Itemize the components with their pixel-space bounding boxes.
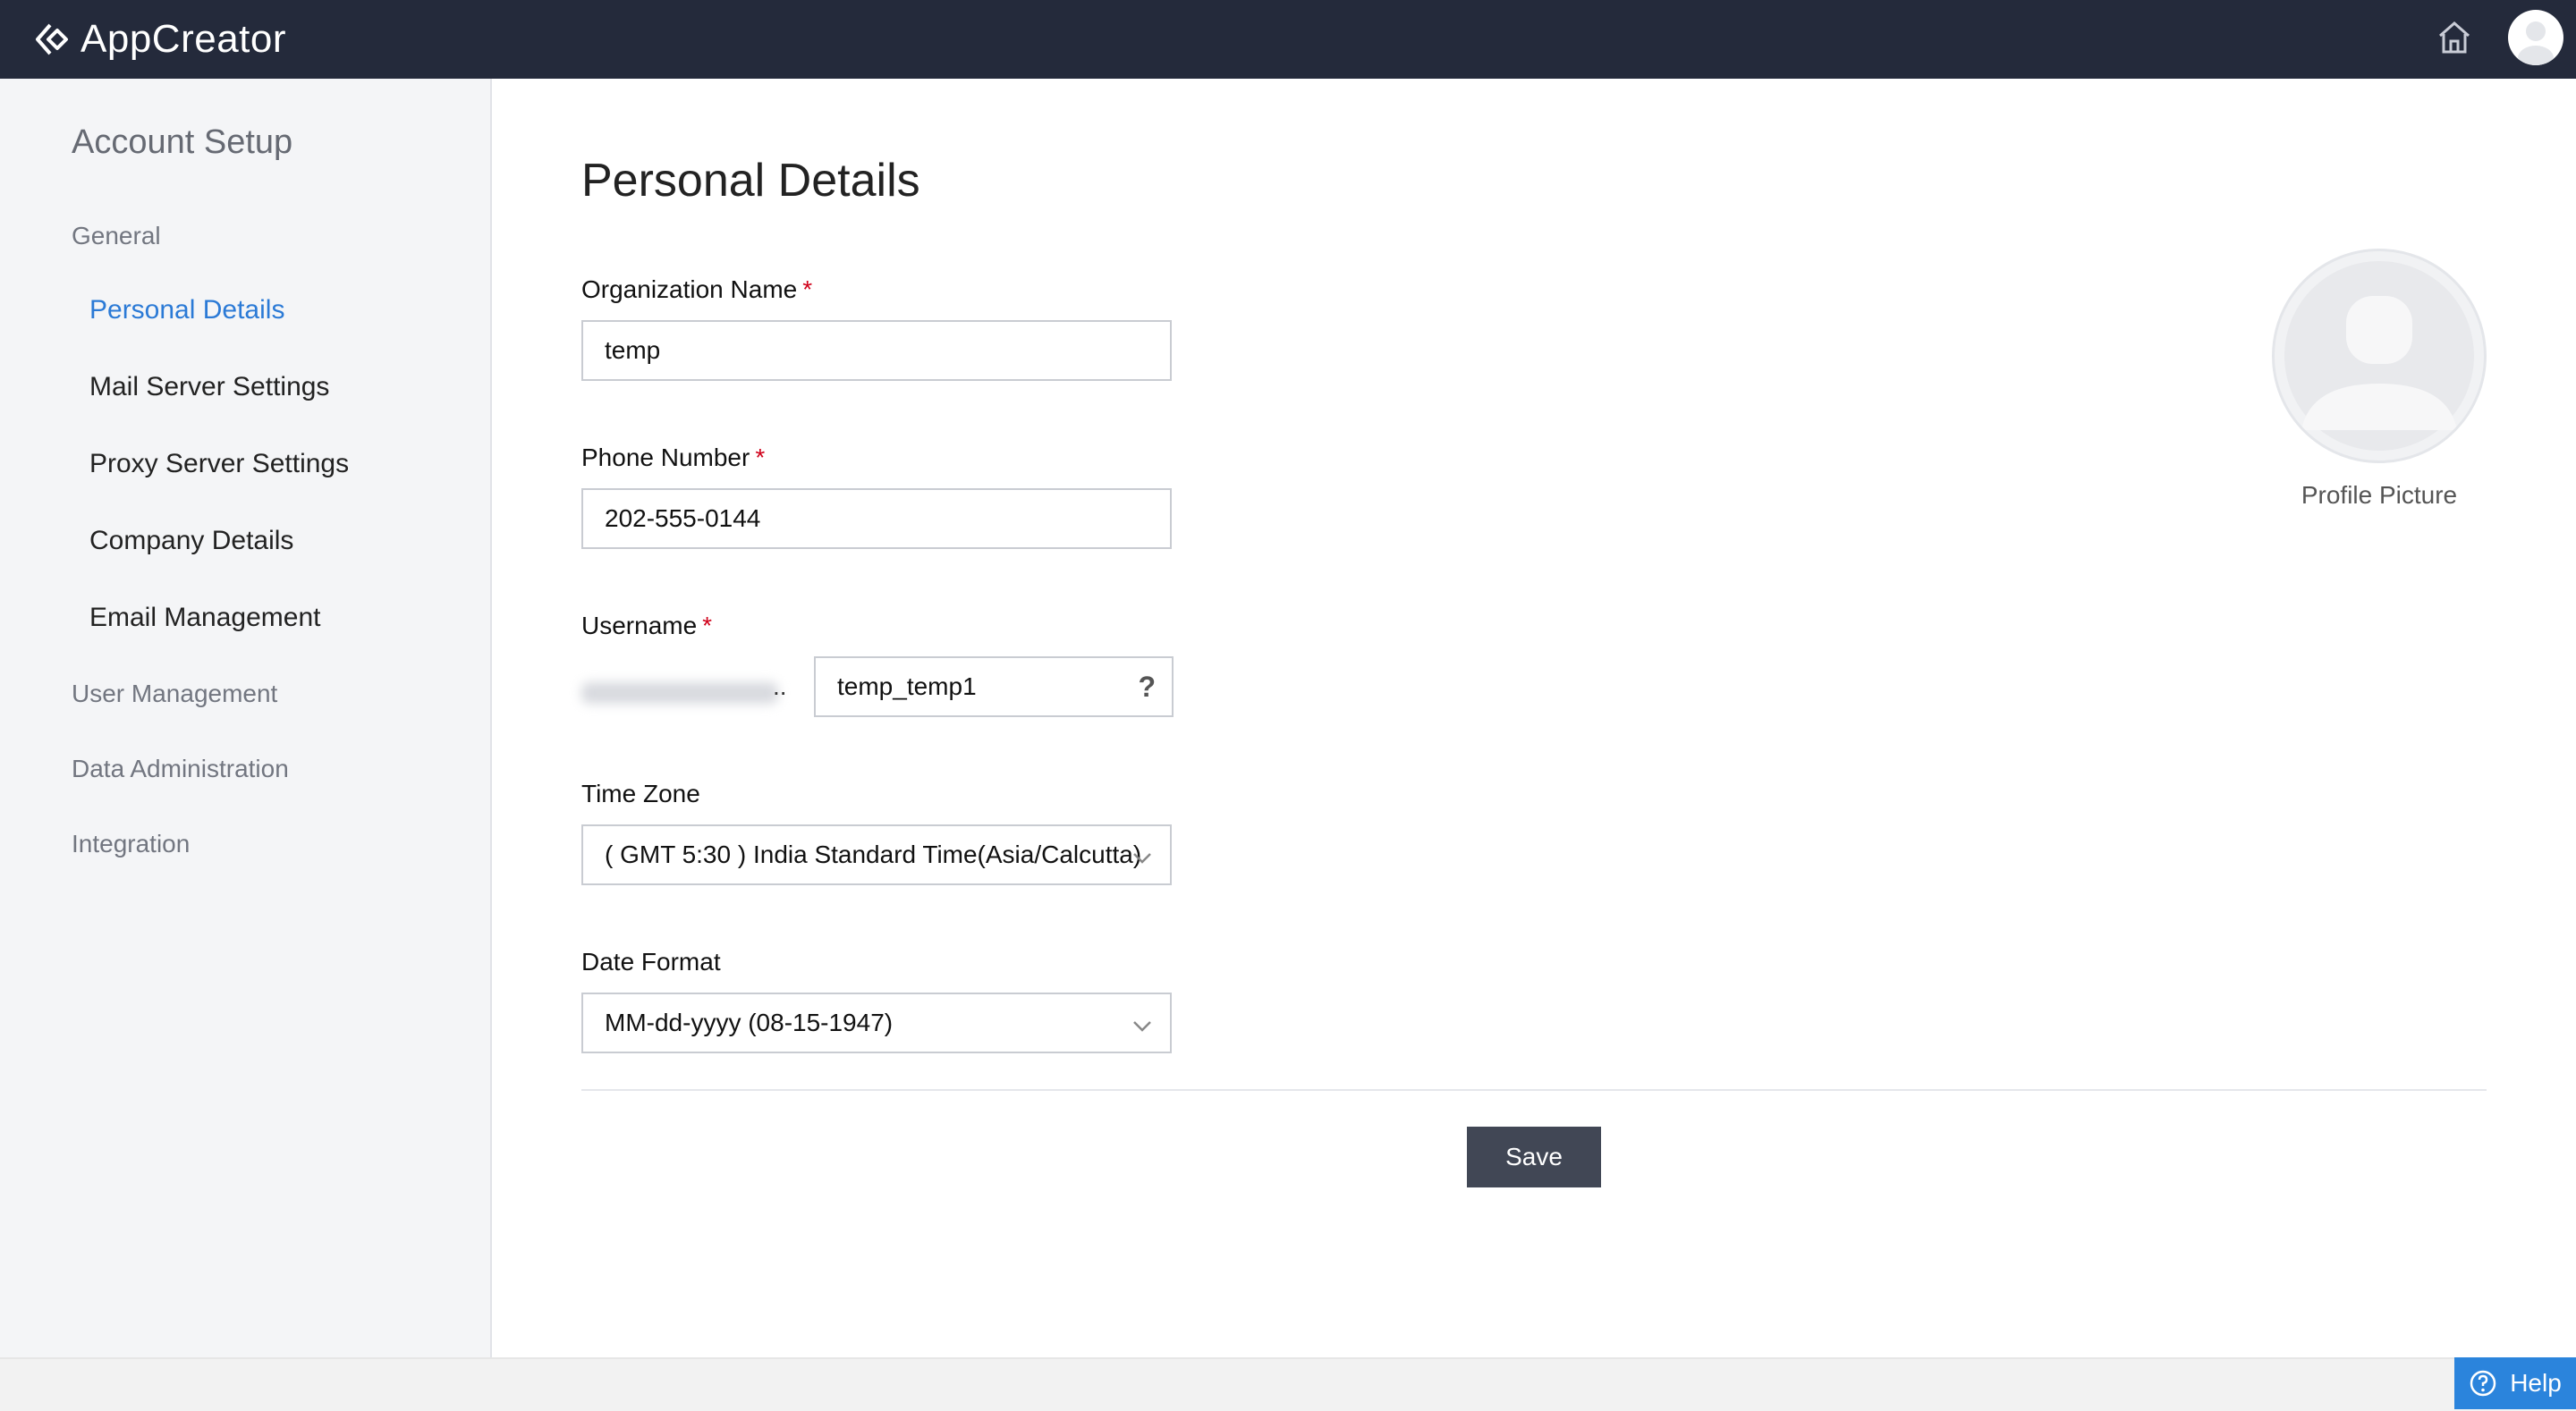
username-value: temp_temp1 bbox=[837, 672, 977, 700]
avatar-silhouette-icon bbox=[2518, 21, 2554, 65]
help-label: Help bbox=[2510, 1369, 2562, 1397]
sidebar-group-integration[interactable]: Integration bbox=[72, 830, 190, 858]
timezone-label: Time Zone bbox=[581, 780, 700, 807]
sidebar-group-user-management[interactable]: User Management bbox=[72, 680, 277, 708]
username-prefix-ellipsis: .. bbox=[773, 672, 787, 700]
phone-label-text: Phone Number bbox=[581, 444, 750, 471]
help-circle-icon bbox=[2470, 1370, 2496, 1397]
sidebar-item-mail-server-settings[interactable]: Mail Server Settings bbox=[89, 372, 329, 402]
sidebar-group-general[interactable]: General bbox=[72, 222, 161, 250]
app-title: AppCreator bbox=[80, 17, 287, 61]
sidebar-item-personal-details[interactable]: Personal Details bbox=[89, 295, 284, 325]
profile-picture-label: Profile Picture bbox=[2301, 481, 2458, 509]
blurred-text bbox=[581, 682, 778, 704]
sidebar-title: Account Setup bbox=[72, 123, 293, 161]
user-avatar-icon[interactable] bbox=[2508, 10, 2563, 65]
username-prefix-blurred bbox=[581, 672, 778, 714]
top-bar: AppCreator bbox=[0, 0, 2576, 79]
org-name-input[interactable] bbox=[581, 320, 1172, 381]
sidebar-item-proxy-server-settings[interactable]: Proxy Server Settings bbox=[89, 449, 349, 479]
sidebar-group-data-administration[interactable]: Data Administration bbox=[72, 755, 289, 783]
date-format-select[interactable]: MM-dd-yyyy (08-15-1947) bbox=[581, 993, 1172, 1053]
required-asterisk: * bbox=[755, 444, 766, 471]
sidebar-item-email-management[interactable]: Email Management bbox=[89, 603, 320, 633]
required-asterisk: * bbox=[802, 275, 813, 303]
footer-bar bbox=[0, 1357, 2576, 1411]
date-format-value: MM-dd-yyyy (08-15-1947) bbox=[605, 1009, 894, 1036]
username-help-icon[interactable]: ? bbox=[1138, 671, 1156, 704]
chevron-down-icon bbox=[1133, 1021, 1151, 1032]
username-label-text: Username bbox=[581, 612, 698, 639]
date-format-label: Date Format bbox=[581, 948, 721, 976]
username-input[interactable]: temp_temp1 ? bbox=[814, 656, 1174, 717]
avatar-placeholder-icon bbox=[2284, 261, 2474, 451]
phone-input[interactable] bbox=[581, 488, 1172, 549]
timezone-value: ( GMT 5:30 ) India Standard Time(Asia/Ca… bbox=[605, 841, 1142, 868]
sidebar: Account Setup General Personal Details M… bbox=[0, 79, 492, 1357]
required-asterisk: * bbox=[702, 612, 713, 639]
chevron-down-icon bbox=[1133, 853, 1151, 864]
help-button[interactable]: Help bbox=[2454, 1357, 2576, 1409]
phone-label: Phone Number * bbox=[581, 444, 765, 472]
timezone-select[interactable]: ( GMT 5:30 ) India Standard Time(Asia/Ca… bbox=[581, 824, 1172, 885]
form-divider bbox=[581, 1089, 2487, 1091]
save-button[interactable]: Save bbox=[1467, 1127, 1601, 1187]
sidebar-item-company-details[interactable]: Company Details bbox=[89, 526, 293, 556]
org-name-label-text: Organization Name bbox=[581, 275, 798, 303]
home-icon[interactable] bbox=[2435, 18, 2474, 57]
profile-picture[interactable] bbox=[2272, 249, 2487, 463]
appcreator-logo-icon bbox=[36, 23, 68, 55]
org-name-label: Organization Name * bbox=[581, 275, 812, 304]
username-label: Username * bbox=[581, 612, 712, 640]
page-title: Personal Details bbox=[581, 155, 920, 207]
app-logo[interactable]: AppCreator bbox=[32, 16, 286, 63]
